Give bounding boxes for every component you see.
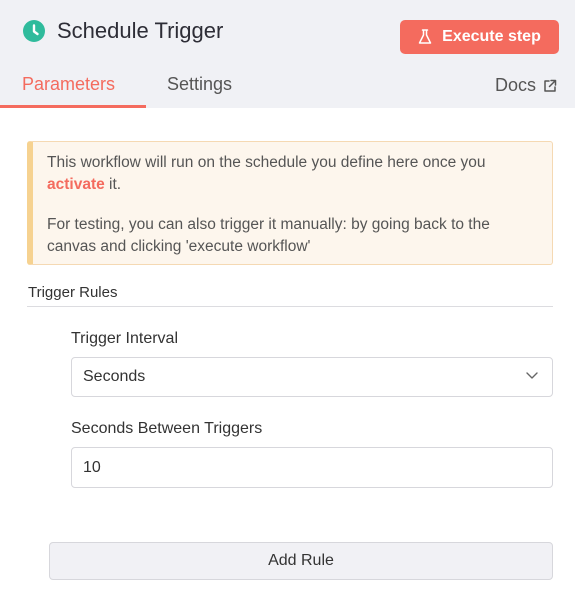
tab-settings[interactable]: Settings [167,74,232,95]
flask-icon [418,29,432,44]
schedule-notice: This workflow will run on the schedule y… [27,141,553,265]
seconds-between-triggers-label: Seconds Between Triggers [71,420,263,437]
trigger-interval-value: Seconds [83,368,146,385]
seconds-between-triggers-input[interactable]: 10 [71,447,553,488]
node-title: Schedule Trigger [57,18,224,43]
trigger-interval-select[interactable]: Seconds [71,357,553,397]
node-header: Schedule Trigger Execute step Parameters… [0,0,575,108]
docs-label: Docs [494,75,536,95]
external-link-icon [544,79,557,92]
add-rule-button[interactable]: Add Rule [49,542,553,580]
active-tab-indicator [0,105,146,108]
docs-link[interactable]: Docs [495,75,557,96]
trigger-interval-label: Trigger Interval [71,330,178,347]
trigger-rules-title: Trigger Rules [28,284,118,301]
execute-step-button[interactable]: Execute step [400,20,559,54]
clock-icon [23,20,45,42]
notice-testing-text: For testing, you can also trigger it man… [47,216,490,255]
notice-activate-text: This workflow will run on the schedule y… [47,154,486,193]
execute-step-label: Execute step [442,28,541,45]
title-row: Schedule Trigger [22,18,223,44]
activate-link[interactable]: activate [47,176,105,193]
chevron-down-icon [526,372,538,379]
section-divider [27,306,553,307]
tab-parameters[interactable]: Parameters [22,74,115,95]
